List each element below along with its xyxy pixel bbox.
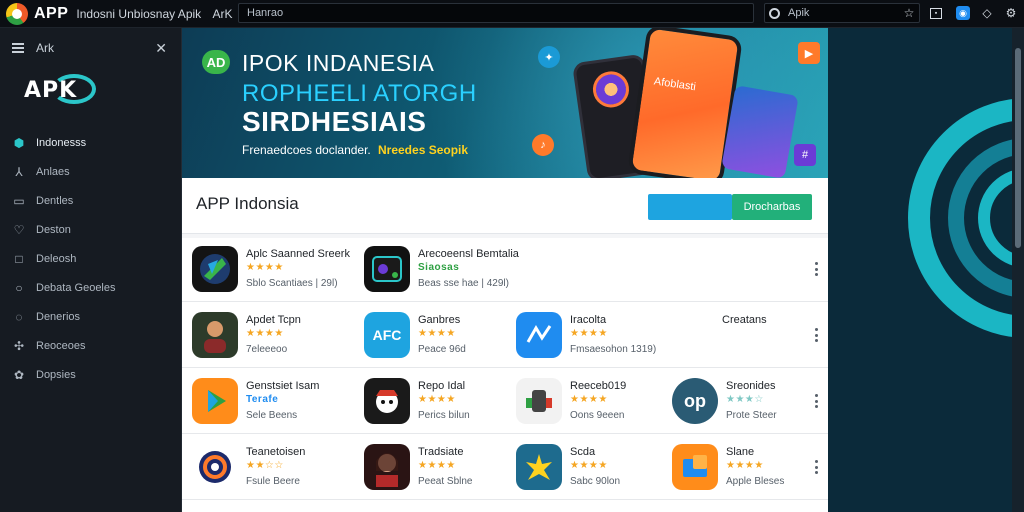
star-icon[interactable]: ☆ — [902, 6, 916, 20]
heart-icon: ♡ — [13, 222, 25, 237]
list-item[interactable]: Apdet Tcpn ★★★★ 7eleeeoo — [192, 312, 342, 360]
list-item[interactable]: op Sreonides ★★★☆ Prote Steer — [672, 378, 802, 426]
app-name: APP — [34, 4, 69, 22]
sidebar-item-7[interactable]: ✣ Reoceoes — [0, 331, 182, 360]
sidebar-item-0[interactable]: ⬢ Indonesss — [0, 128, 182, 157]
window-title: Indosni Unbiosnay Apik ArK — [76, 6, 233, 21]
primary-button[interactable] — [648, 194, 732, 220]
app-logo-icon — [6, 2, 28, 25]
avatar-icon — [590, 69, 632, 110]
more-options-icon[interactable] — [814, 328, 818, 342]
url-bar[interactable]: Hanrao — [238, 3, 754, 23]
download-button[interactable]: Drocharbas — [732, 194, 812, 220]
list-item[interactable]: Repo Idal ★★★★ Perics bilun — [364, 378, 504, 426]
shield-icon: ⬢ — [13, 135, 25, 150]
list-item[interactable]: Iracolta ★★★★ Fmsaesohon 1319) — [516, 312, 676, 360]
prism-icon — [192, 246, 238, 292]
gear-icon[interactable]: ⚙ — [1004, 6, 1018, 20]
banner-highlight: Nreedes Seopik — [378, 143, 469, 157]
shield-outline-icon[interactable]: ◇ — [980, 6, 994, 20]
banner-headline-3: SIRDHESIAIS — [242, 106, 427, 137]
sidebar-item-3[interactable]: ♡ Deston — [0, 215, 182, 244]
sidebar-item-2[interactable]: ▭ Dentles — [0, 186, 182, 215]
list-item[interactable]: AFC Ganbres ★★★★ Peace 96d — [364, 312, 504, 360]
circle-icon: ○ — [15, 280, 23, 295]
list-item[interactable]: Creatans — [668, 312, 788, 360]
anchor-icon: ⅄ — [15, 164, 23, 179]
gear-icon: ✿ — [13, 367, 25, 382]
table-row: Teanetoisen ★★☆☆ Fsule Beere Tradsiate ★… — [182, 436, 828, 500]
brand-logo: APK — [22, 72, 102, 112]
banner-badge: AD — [202, 50, 230, 74]
hero-banner[interactable]: AD IPOK INDANESIA ROPHEELI ATORGH SIRDHE… — [182, 28, 828, 178]
document-icon: ▭ — [13, 193, 25, 208]
square-icon: □ — [15, 251, 23, 266]
list-item[interactable]: Reeceb019 ★★★★ Oons 9eeen — [516, 378, 656, 426]
puzzle-icon: ✣ — [13, 338, 25, 353]
sidebar-item-1[interactable]: ⅄ Anlaes — [0, 157, 182, 186]
sidebar-header-label: Ark — [36, 41, 54, 55]
banner-headline-1: IPOK INDANESIA — [242, 50, 435, 76]
sidebar-item-8[interactable]: ✿ Dopsies — [0, 360, 182, 389]
search-icon — [769, 7, 780, 19]
floating-grid-icon: # — [794, 144, 816, 166]
list-item[interactable]: Arecoeensl Bemtalia Siaosas Beas sse hae… — [364, 246, 524, 294]
background-decoration — [828, 28, 1024, 512]
close-icon[interactable]: ✕ — [155, 40, 167, 57]
page-header: APP Indonsia Drocharbas — [182, 178, 828, 234]
floating-app-icon: ✦ — [538, 46, 560, 68]
floating-music-icon: ♪ — [532, 134, 554, 156]
list-item[interactable]: Scda ★★★★ Sabc 90lon — [516, 444, 656, 492]
extension-icon[interactable]: ◉ — [956, 6, 970, 20]
main-content: AD IPOK INDANESIA ROPHEELI ATORGH SIRDHE… — [182, 28, 828, 512]
app-list: Aplc Saanned Sreerk ★★★★ Sblo Scantiaes … — [182, 238, 828, 512]
table-row: Apdet Tcpn ★★★★ 7eleeeoo AFC Ganbres ★★★… — [182, 304, 828, 368]
sidebar-item-5[interactable]: ○ Debata Geoeles — [0, 273, 182, 302]
sidebar-nav: ⬢ Indonesss ⅄ Anlaes ▭ Dentles ♡ Deston □ Del… — [0, 128, 182, 389]
globe-icon: ◌ — [15, 309, 23, 324]
sidebar-item-4[interactable]: □ Deleosh — [0, 244, 182, 273]
share-icon — [516, 312, 562, 358]
ring-icon — [192, 444, 238, 490]
robot-icon — [516, 378, 562, 424]
search-input[interactable]: Apik — [764, 3, 920, 23]
sidebar: Ark ✕ APK ⬢ Indonesss ⅄ Anlaes ▭ Dentles ♡ D… — [0, 28, 182, 512]
floating-play-icon: ▶ — [798, 42, 820, 64]
list-item[interactable]: Aplc Saanned Sreerk ★★★★ Sblo Scantiaes … — [192, 246, 352, 294]
list-item[interactable]: Teanetoisen ★★☆☆ Fsule Beere — [192, 444, 342, 492]
game-icon — [364, 246, 410, 292]
banner-tagline: Frenaedcoes doclander. — [242, 143, 371, 157]
pirate-icon — [364, 378, 410, 424]
window-icon[interactable]: ▪ — [930, 8, 942, 19]
table-row: Genstsiet Isam Terafe Sele Beens Repo Id… — [182, 370, 828, 434]
splash-icon — [516, 444, 562, 490]
avatar-icon — [192, 312, 238, 358]
folder-icon — [672, 444, 718, 490]
play-icon — [192, 378, 238, 424]
page-title: APP Indonsia — [196, 194, 299, 213]
scrollbar-thumb[interactable] — [1015, 48, 1021, 248]
list-item[interactable]: Genstsiet Isam Terafe Sele Beens — [192, 378, 342, 426]
list-item[interactable]: Tradsiate ★★★★ Peeat Sblne — [364, 444, 504, 492]
more-options-icon[interactable] — [814, 394, 818, 408]
sidebar-item-6[interactable]: ◌ Denerios — [0, 302, 182, 331]
table-row: Aplc Saanned Sreerk ★★★★ Sblo Scantiaes … — [182, 238, 828, 302]
top-bar: APP Indosni Unbiosnay Apik ArK Hanrao Ap… — [0, 0, 1024, 28]
afc-icon: AFC — [364, 312, 410, 358]
scrollbar[interactable] — [1012, 28, 1024, 512]
banner-headline-2: ROPHEELI ATORGH — [242, 80, 477, 107]
portrait-icon — [364, 444, 410, 490]
sidebar-header: Ark ✕ — [0, 28, 181, 68]
more-options-icon[interactable] — [814, 460, 818, 474]
op-icon: op — [672, 378, 718, 424]
list-item[interactable]: Slane ★★★★ Apple Bleses — [672, 444, 802, 492]
more-options-icon[interactable] — [814, 262, 818, 276]
menu-icon[interactable] — [12, 43, 24, 53]
